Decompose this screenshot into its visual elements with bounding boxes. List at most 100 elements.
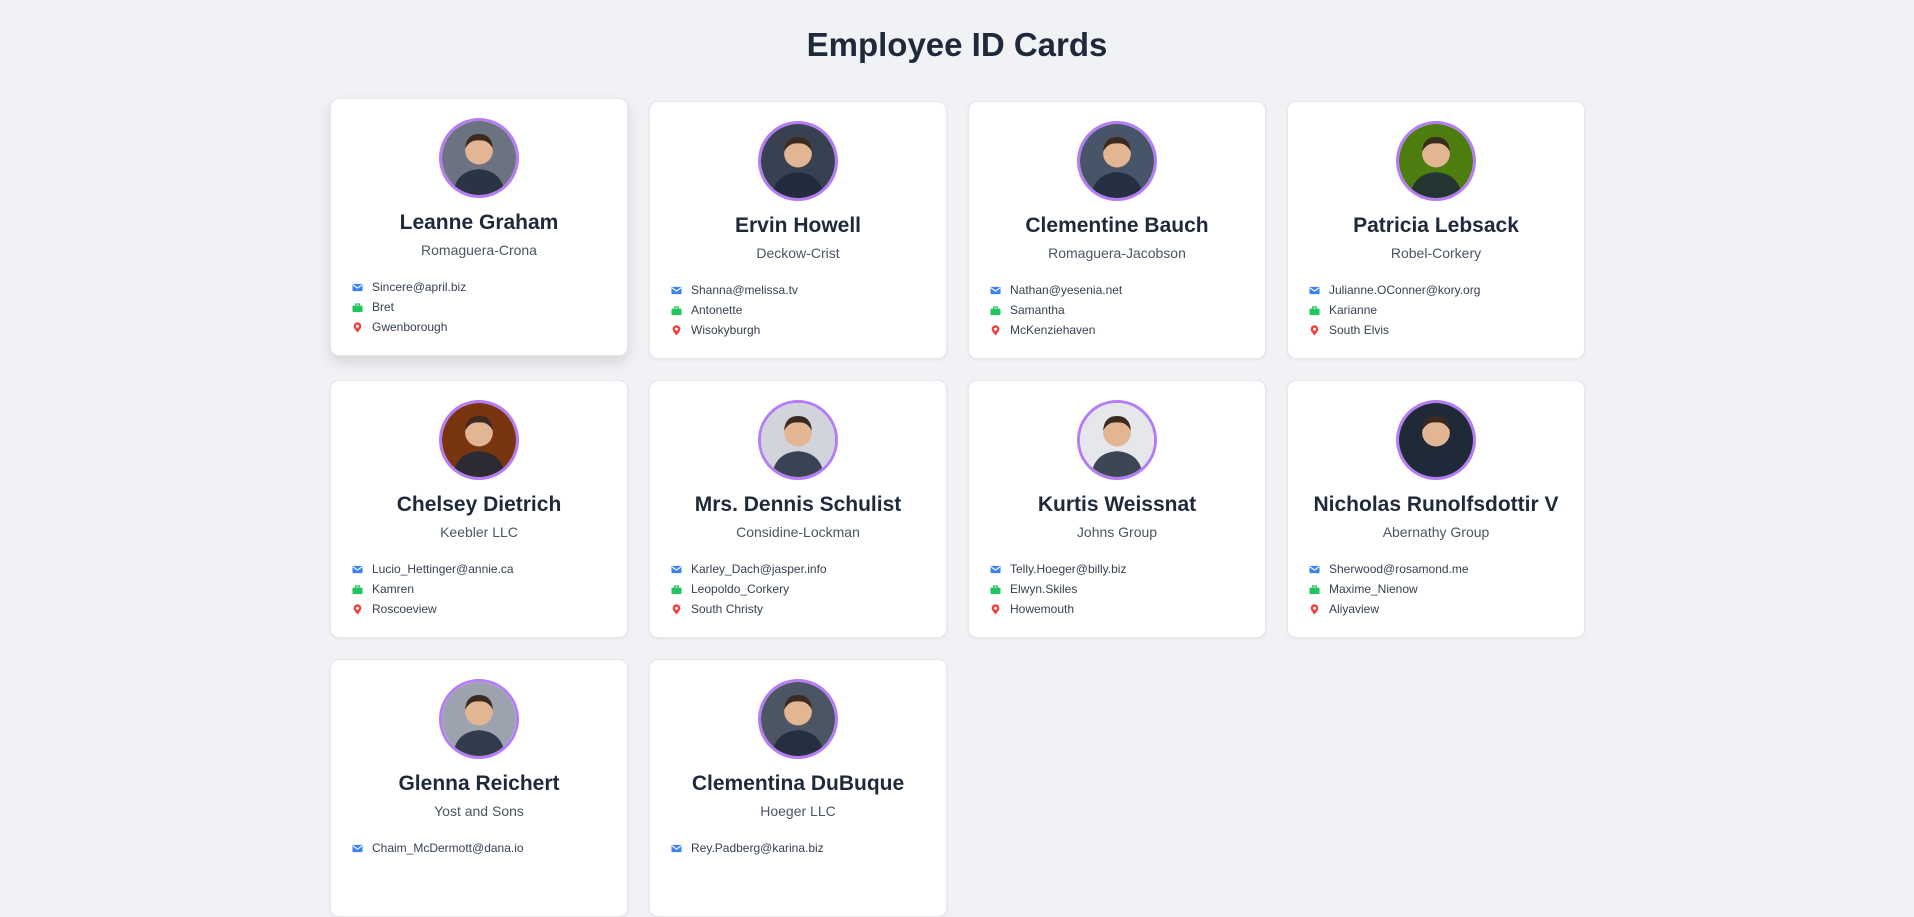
briefcase-icon (671, 584, 682, 595)
employee-email: Julianne.OConner@kory.org (1329, 283, 1481, 297)
employee-city-row: Roscoeview (352, 599, 627, 619)
employee-city: South Christy (691, 602, 764, 616)
envelope-icon (1309, 564, 1320, 575)
employee-city: McKenziehaven (1010, 323, 1096, 337)
employee-details: Telly.Hoeger@billy.biz Elwyn.Skiles Howemo… (969, 559, 1265, 619)
employee-name: Kurtis Weissnat (1037, 493, 1197, 516)
envelope-icon (990, 564, 1001, 575)
employee-email-row: Nathan@yesenia.net (990, 280, 1265, 300)
envelope-icon (352, 564, 363, 575)
employee-email: Lucio_Hettinger@annie.ca (372, 562, 514, 576)
employee-card[interactable]: Ervin Howell Deckow-Crist Shanna@melissa.t… (649, 101, 947, 359)
avatar (1077, 400, 1157, 480)
employee-card[interactable]: Leanne Graham Romaguera-Crona Sincere@apri… (330, 98, 628, 356)
envelope-icon (352, 843, 363, 854)
map-pin-icon (1309, 603, 1320, 615)
employee-username-row: Leopoldo_Corkery (671, 579, 946, 599)
employee-details: Sincere@april.biz Bret Gwenborough (331, 277, 627, 337)
employee-email-row: Karley_Dach@jasper.info (671, 559, 946, 579)
employee-city-row: South Elvis (1309, 320, 1584, 340)
employee-username-row: Samantha (990, 300, 1265, 320)
map-pin-icon (352, 321, 363, 333)
employee-city-row: South Christy (671, 599, 946, 619)
employee-city-row: McKenziehaven (990, 320, 1265, 340)
employee-name: Clementine Bauch (1025, 214, 1209, 237)
employee-city-row: Aliyaview (1309, 599, 1584, 619)
briefcase-icon (1309, 305, 1320, 316)
map-pin-icon (671, 324, 682, 336)
employee-email-row: Shanna@melissa.tv (671, 280, 946, 300)
employee-email: Telly.Hoeger@billy.biz (1010, 562, 1127, 576)
employee-details: Rey.Padberg@karina.biz (650, 838, 946, 858)
employee-username-row: Antonette (671, 300, 946, 320)
employee-card[interactable]: Clementina DuBuque Hoeger LLC Rey.Padberg@… (649, 659, 947, 917)
employee-details: Karley_Dach@jasper.info Leopoldo_Corkery S… (650, 559, 946, 619)
employee-email-row: Sherwood@rosamond.me (1309, 559, 1584, 579)
employee-email-row: Telly.Hoeger@billy.biz (990, 559, 1265, 579)
envelope-icon (671, 285, 682, 296)
employee-email-row: Julianne.OConner@kory.org (1309, 280, 1584, 300)
avatar (758, 679, 838, 759)
employee-details: Lucio_Hettinger@annie.ca Kamren Roscoeview (331, 559, 627, 619)
employee-email: Rey.Padberg@karina.biz (691, 841, 824, 855)
employee-company: Yost and Sons (434, 803, 524, 819)
employee-email: Chaim_McDermott@dana.io (372, 841, 524, 855)
employee-city: Aliyaview (1329, 602, 1380, 616)
employee-card[interactable]: Glenna Reichert Yost and Sons Chaim_McDerm… (330, 659, 628, 917)
employee-username-row: Elwyn.Skiles (990, 579, 1265, 599)
page-title: Employee ID Cards (806, 26, 1108, 63)
avatar (758, 400, 838, 480)
envelope-icon (671, 843, 682, 854)
employee-name: Ervin Howell (734, 214, 862, 237)
employee-card[interactable]: Nicholas Runolfsdottir V Abernathy Group S… (1287, 380, 1585, 638)
employee-company: Keebler LLC (440, 524, 518, 540)
employee-username-row: Kamren (352, 579, 627, 599)
briefcase-icon (990, 584, 1001, 595)
briefcase-icon (352, 584, 363, 595)
employee-email-row: Rey.Padberg@karina.biz (671, 838, 946, 858)
employee-card[interactable]: Patricia Lebsack Robel-Corkery Julianne.OC… (1287, 101, 1585, 359)
avatar (1396, 121, 1476, 201)
employee-details: Sherwood@rosamond.me Maxime_Nienow Aliyavi… (1288, 559, 1584, 619)
employee-details: Nathan@yesenia.net Samantha McKenziehaven (969, 280, 1265, 340)
avatar (1077, 121, 1157, 201)
employee-city-row: Howemouth (990, 599, 1265, 619)
employee-card[interactable]: Mrs. Dennis Schulist Considine-Lockman Kar… (649, 380, 947, 638)
map-pin-icon (1309, 324, 1320, 336)
employee-card[interactable]: Kurtis Weissnat Johns Group Telly.Hoeger@b… (968, 380, 1266, 638)
employee-card[interactable]: Chelsey Dietrich Keebler LLC Lucio_Hetting… (330, 380, 628, 638)
employee-details: Shanna@melissa.tv Antonette Wisokyburgh (650, 280, 946, 340)
employee-card[interactable]: Clementine Bauch Romaguera-Jacobson Nathan… (968, 101, 1266, 359)
employee-city-row: Gwenborough (352, 317, 627, 337)
map-pin-icon (990, 603, 1001, 615)
employee-company: Considine-Lockman (736, 524, 860, 540)
briefcase-icon (990, 305, 1001, 316)
avatar (1396, 400, 1476, 480)
employee-card-grid: Leanne Graham Romaguera-Crona Sincere@apri… (330, 98, 1585, 917)
employee-city: Gwenborough (372, 320, 448, 334)
envelope-icon (990, 285, 1001, 296)
employee-city: South Elvis (1329, 323, 1390, 337)
employee-username: Samantha (1010, 303, 1065, 317)
employee-name: Chelsey Dietrich (396, 493, 562, 516)
employee-username: Bret (372, 300, 395, 314)
employee-email-row: Lucio_Hettinger@annie.ca (352, 559, 627, 579)
employee-username-row: Maxime_Nienow (1309, 579, 1584, 599)
map-pin-icon (990, 324, 1001, 336)
employee-company: Johns Group (1076, 524, 1158, 540)
employee-username: Maxime_Nienow (1329, 582, 1418, 596)
envelope-icon (1309, 285, 1320, 296)
briefcase-icon (1309, 584, 1320, 595)
employee-name: Patricia Lebsack (1353, 214, 1519, 237)
employee-email: Karley_Dach@jasper.info (691, 562, 827, 576)
employee-username: Elwyn.Skiles (1010, 582, 1078, 596)
employee-details: Julianne.OConner@kory.org Karianne South E… (1288, 280, 1584, 340)
employee-company: Abernathy Group (1382, 524, 1490, 540)
employee-username: Antonette (691, 303, 743, 317)
employee-details: Chaim_McDermott@dana.io (331, 838, 627, 858)
employee-username-row: Bret (352, 297, 627, 317)
employee-email: Sherwood@rosamond.me (1329, 562, 1469, 576)
employee-username: Leopoldo_Corkery (691, 582, 790, 596)
envelope-icon (352, 282, 363, 293)
map-pin-icon (671, 603, 682, 615)
